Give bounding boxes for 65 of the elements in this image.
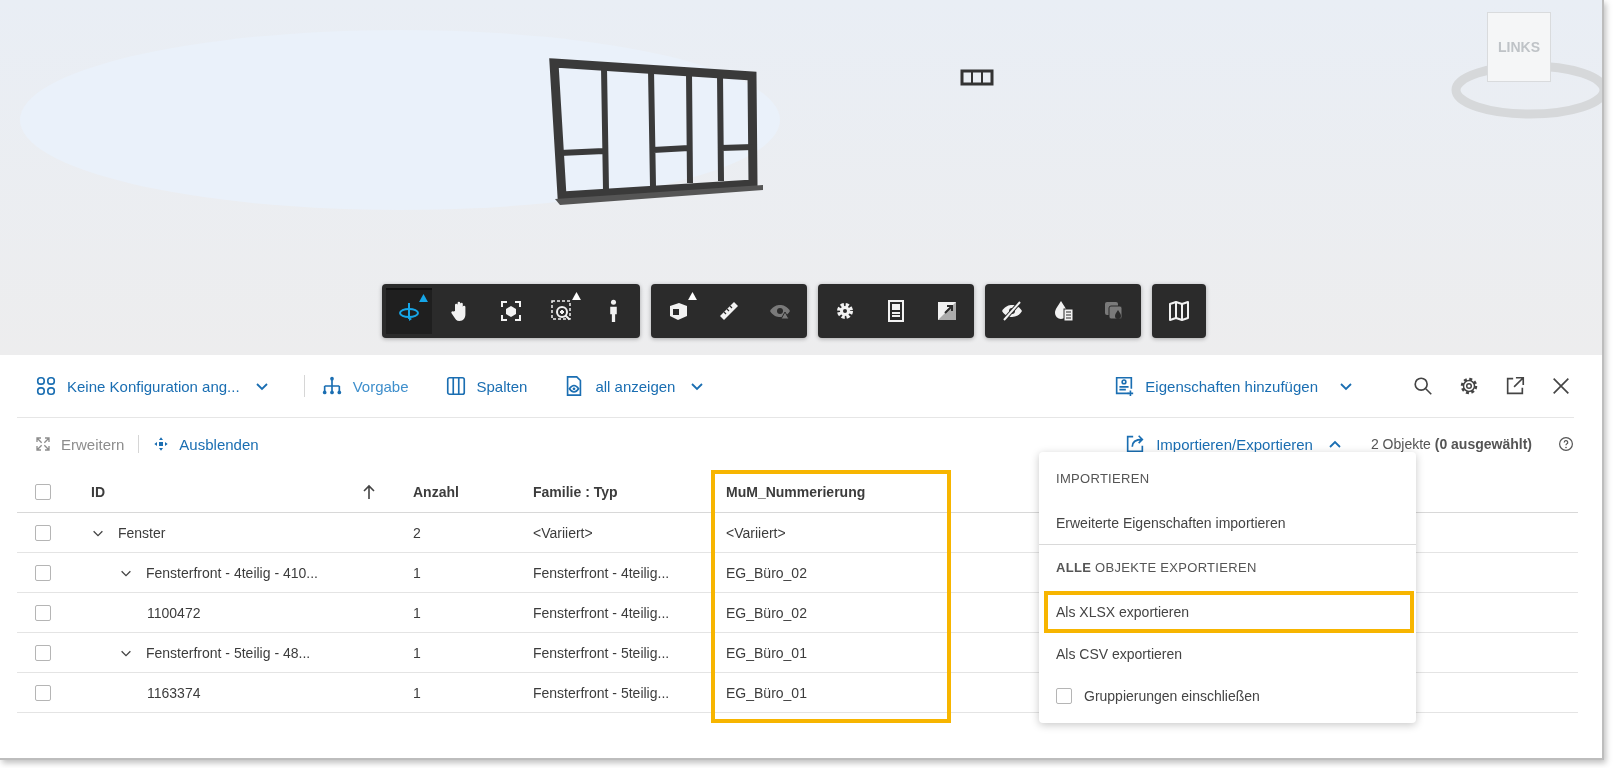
table-cell: 1 — [413, 604, 421, 621]
column-header[interactable]: ID — [91, 484, 105, 500]
table-cell: 2 — [413, 524, 421, 541]
grid-icon — [35, 375, 57, 397]
add-properties-dropdown[interactable]: Eigenschaften hinzufügen — [1113, 375, 1354, 397]
table-cell: 1163374 — [147, 684, 201, 701]
menu-item[interactable]: Als CSV exportieren — [1039, 633, 1416, 675]
row-checkbox[interactable] — [35, 684, 51, 701]
table-cell: Fensterfront - 5teilig... — [533, 684, 670, 701]
focus-icon — [499, 299, 523, 323]
visibility-dropdown[interactable]: all anzeigen — [563, 375, 706, 397]
table-cell: 1 — [413, 684, 421, 701]
checkbox-label[interactable]: Gruppierungen einschließen — [1084, 688, 1260, 704]
menu-item[interactable]: Erweiterte Eigenschaften importieren — [1039, 502, 1416, 544]
row-checkbox[interactable] — [35, 564, 51, 581]
hierarchy-icon — [320, 375, 343, 397]
table-cell: Fensterfront - 5teilig... — [533, 644, 670, 661]
table-cell: Fensterfront - 4teilig... — [533, 604, 670, 621]
table-cell: Fensterfront - 4teilig... — [533, 564, 670, 581]
table-cell: EG_Büro_01 — [726, 684, 807, 701]
table-cell: Fenster — [118, 524, 166, 541]
table-cell: <Variiert> — [533, 524, 593, 541]
eye-slash-icon — [1000, 299, 1024, 323]
table-cell: 1100472 — [147, 604, 201, 621]
orbit-icon — [397, 300, 421, 324]
table-cell: EG_Büro_02 — [726, 564, 807, 581]
zoom-icon — [550, 299, 574, 323]
add-properties-icon — [1113, 375, 1136, 397]
menu-section-header: IMPORTIEREN — [1055, 470, 1151, 488]
map-icon — [1167, 299, 1191, 323]
column-header[interactable]: Anzahl — [413, 484, 459, 500]
columns-icon — [444, 375, 467, 397]
sort-arrow-icon[interactable] — [361, 484, 377, 500]
import-export-dropdown[interactable]: Importieren/Exportieren — [1124, 433, 1343, 455]
expand-icon — [35, 436, 51, 452]
person-icon — [608, 299, 618, 323]
table-cell: EG_Büro_01 — [726, 644, 807, 661]
toolbar-button[interactable] — [386, 288, 432, 334]
column-header[interactable]: MuM_Nummerierung — [726, 484, 866, 500]
columns-button[interactable]: Spalten — [444, 375, 528, 397]
close-icon — [1550, 375, 1572, 397]
table-cell: Fensterfront - 4teilig - 410... — [146, 564, 318, 581]
table-cell: 1 — [413, 644, 421, 661]
collapse-button[interactable]: Ausblenden — [153, 435, 259, 453]
resize-icon — [935, 299, 959, 323]
checkbox[interactable] — [1056, 688, 1072, 704]
settings-icon — [1458, 375, 1480, 397]
menu-section-header: ALLE OBJEKTE EXPORTIEREN — [1055, 559, 1258, 577]
table-cell: EG_Büro_02 — [726, 604, 807, 621]
help-icon[interactable] — [1558, 436, 1574, 452]
row-checkbox[interactable] — [35, 644, 51, 661]
external-link-icon — [1504, 375, 1526, 397]
configuration-dropdown[interactable]: Keine Konfiguration ang... — [35, 375, 270, 397]
table-cell: Fensterfront - 5teilig - 48... — [146, 644, 311, 661]
row-checkbox[interactable] — [35, 604, 51, 621]
menu-item[interactable]: Als XLSX exportieren — [1044, 591, 1414, 633]
grouping-button[interactable]: Vorgabe — [320, 375, 409, 397]
collapse-icon — [153, 436, 170, 452]
select-all-checkbox[interactable] — [35, 484, 51, 500]
object-count: 2 Objekte (0 ausgewählt) — [1370, 436, 1532, 452]
table-cell: <Variiert> — [726, 524, 786, 541]
column-header[interactable]: Familie : Typ — [533, 484, 618, 500]
row-checkbox[interactable] — [35, 524, 51, 541]
table-cell: 1 — [413, 564, 421, 581]
search-icon — [1412, 375, 1434, 397]
